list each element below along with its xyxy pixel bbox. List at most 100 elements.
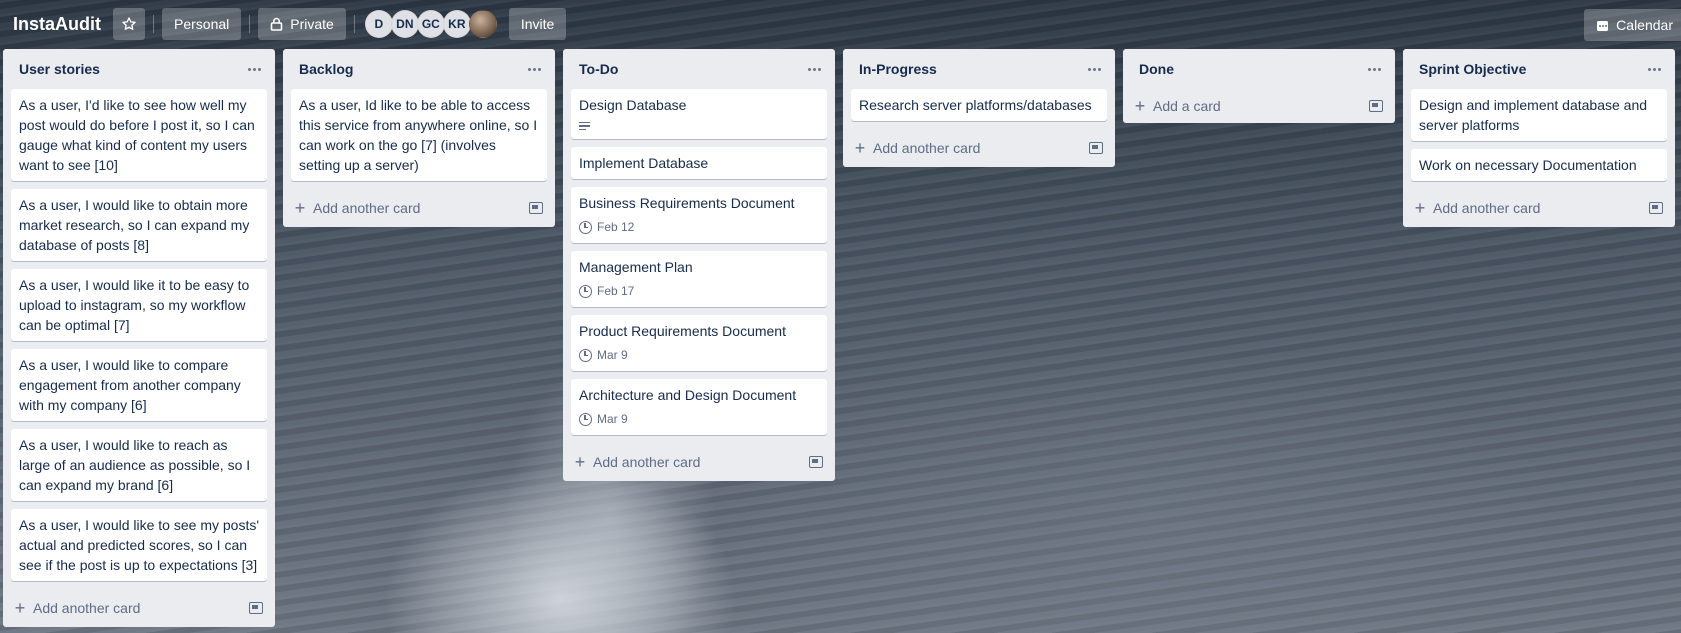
- list-header: In-Progress: [843, 49, 1115, 89]
- header-divider: [249, 15, 251, 33]
- due-date: Feb 17: [597, 284, 635, 298]
- card-list: As a user, Id like to be able to access …: [283, 89, 555, 181]
- template-icon[interactable]: [1369, 100, 1383, 112]
- due-date-badge: Feb 12: [579, 217, 819, 237]
- card-list: Research server platforms/databases: [843, 89, 1115, 121]
- card-title: Architecture and Design Document: [579, 387, 797, 403]
- add-card-row: + Add another card: [843, 129, 1115, 167]
- list-title[interactable]: Done: [1139, 61, 1174, 77]
- card[interactable]: As a user, I would like it to be easy to…: [11, 269, 267, 341]
- plus-icon: +: [1414, 198, 1426, 218]
- template-icon[interactable]: [1089, 142, 1103, 154]
- add-card-label: Add another card: [1433, 200, 1541, 216]
- card-title: Business Requirements Document: [579, 195, 795, 211]
- card[interactable]: As a user, I would like to reach as larg…: [11, 429, 267, 501]
- list-title[interactable]: User stories: [19, 61, 100, 77]
- add-card-row: + Add another card: [283, 189, 555, 227]
- more-icon[interactable]: [1084, 64, 1105, 75]
- add-card-label: Add a card: [1153, 98, 1221, 114]
- card[interactable]: Management Plan Feb 17: [571, 251, 827, 307]
- more-icon[interactable]: [524, 64, 545, 75]
- more-icon[interactable]: [1364, 64, 1385, 75]
- clock-icon: [579, 284, 592, 298]
- member-avatar[interactable]: D: [364, 10, 393, 38]
- card[interactable]: As a user, Id like to be able to access …: [291, 89, 547, 181]
- add-card-label: Add another card: [873, 140, 981, 156]
- list-to-do: To-Do Design Database Implement Database…: [563, 49, 835, 481]
- star-button[interactable]: [113, 8, 145, 40]
- add-card-row: + Add another card: [3, 589, 275, 627]
- card[interactable]: As a user, I would like to compare engag…: [11, 349, 267, 421]
- more-icon[interactable]: [804, 64, 825, 75]
- plus-icon: +: [1134, 96, 1146, 116]
- card[interactable]: Product Requirements Document Mar 9: [571, 315, 827, 371]
- due-date-badge: Mar 9: [579, 345, 819, 365]
- list-title[interactable]: Sprint Objective: [1419, 61, 1526, 77]
- card[interactable]: Implement Database: [571, 147, 827, 179]
- invite-label: Invite: [520, 16, 555, 32]
- due-date-badge: Feb 17: [579, 281, 819, 301]
- add-card-button[interactable]: + Add another card: [13, 599, 141, 617]
- board-header: InstaAudit Personal Private D DN GC KR I…: [0, 0, 1681, 48]
- add-card-row: + Add a card: [1123, 89, 1395, 123]
- list-header: To-Do: [563, 49, 835, 89]
- team-visibility-button[interactable]: Personal: [162, 8, 242, 40]
- list-title[interactable]: To-Do: [579, 61, 618, 77]
- plus-icon: +: [574, 452, 586, 472]
- member-avatar[interactable]: KR: [442, 10, 471, 38]
- clock-icon: [579, 348, 592, 362]
- header-divider: [153, 15, 154, 33]
- member-avatars: D DN GC KR: [364, 10, 497, 38]
- list-in-progress: In-Progress Research server platforms/da…: [843, 49, 1115, 167]
- card-list: Design Database Implement Database Busin…: [563, 89, 835, 435]
- calendar-icon: [1597, 20, 1609, 31]
- add-card-label: Add another card: [33, 600, 141, 616]
- add-card-button[interactable]: + Add a card: [1133, 96, 1221, 116]
- member-avatar[interactable]: GC: [416, 10, 445, 38]
- add-card-button[interactable]: + Add another card: [853, 138, 981, 158]
- due-date: Mar 9: [597, 412, 628, 426]
- more-icon[interactable]: [1644, 64, 1665, 75]
- card[interactable]: As a user, I would like to see my posts'…: [11, 509, 267, 581]
- template-icon[interactable]: [1649, 202, 1663, 214]
- card-list: As a user, I'd like to see how well my p…: [3, 89, 275, 581]
- card[interactable]: Research server platforms/databases: [851, 89, 1107, 121]
- card[interactable]: As a user, I would like to obtain more m…: [11, 189, 267, 261]
- template-icon[interactable]: [809, 456, 823, 468]
- list-title[interactable]: Backlog: [299, 61, 353, 77]
- plus-icon: +: [294, 198, 306, 218]
- board-title[interactable]: InstaAudit: [13, 14, 101, 35]
- card-title: Implement Database: [579, 155, 709, 171]
- header-divider: [353, 15, 355, 33]
- list-title[interactable]: In-Progress: [859, 61, 937, 77]
- member-photo-avatar[interactable]: [468, 10, 497, 38]
- privacy-button[interactable]: Private: [258, 8, 346, 40]
- member-avatar[interactable]: DN: [390, 10, 419, 38]
- card[interactable]: Business Requirements Document Feb 12: [571, 187, 827, 243]
- more-icon[interactable]: [244, 64, 265, 75]
- card-title: Design Database: [579, 97, 687, 113]
- list-done: Done + Add a card: [1123, 49, 1395, 123]
- card[interactable]: Architecture and Design Document Mar 9: [571, 379, 827, 435]
- add-card-button[interactable]: + Add another card: [573, 452, 701, 472]
- list-user-stories: User stories As a user, I'd like to see …: [3, 49, 275, 627]
- template-icon[interactable]: [249, 602, 263, 614]
- due-date: Mar 9: [597, 348, 628, 362]
- list-header: Backlog: [283, 49, 555, 89]
- template-icon[interactable]: [529, 202, 543, 214]
- calendar-button[interactable]: Calendar: [1584, 9, 1681, 41]
- add-card-button[interactable]: + Add another card: [1413, 198, 1541, 218]
- card[interactable]: Design Database: [571, 89, 827, 139]
- plus-icon: +: [854, 138, 866, 158]
- privacy-label: Private: [290, 16, 334, 32]
- add-card-button[interactable]: + Add another card: [293, 198, 421, 218]
- card[interactable]: Work on necessary Documentation: [1411, 149, 1667, 181]
- add-card-row: + Add another card: [1403, 189, 1675, 227]
- list-header: User stories: [3, 49, 275, 89]
- card[interactable]: Design and implement database and server…: [1411, 89, 1667, 141]
- add-card-label: Add another card: [593, 454, 701, 470]
- clock-icon: [579, 220, 592, 234]
- card[interactable]: As a user, I'd like to see how well my p…: [11, 89, 267, 181]
- invite-button[interactable]: Invite: [508, 8, 567, 40]
- add-card-label: Add another card: [313, 200, 421, 216]
